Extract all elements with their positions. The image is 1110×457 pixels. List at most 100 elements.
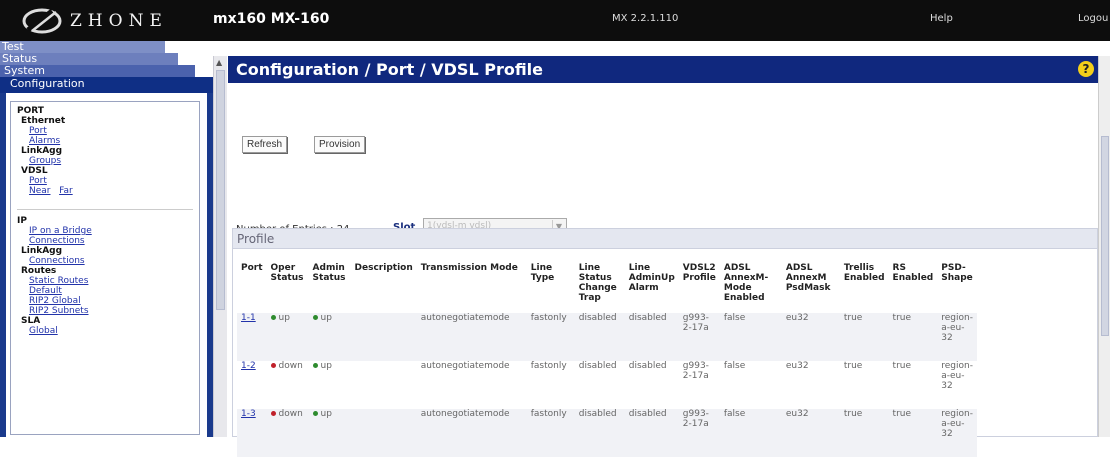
nav-link-vdsl-near[interactable]: Near xyxy=(29,186,51,196)
logout-link[interactable]: Logou xyxy=(1078,13,1108,24)
psd-shape: region-a-eu-32 xyxy=(941,313,973,343)
tab-configuration[interactable]: Configuration xyxy=(0,77,213,93)
cell-admin: up xyxy=(309,409,351,457)
table-row: 1-3 down up autonegotiatemode fastonly d… xyxy=(237,409,977,457)
provision-button[interactable]: Provision xyxy=(314,136,366,153)
device-name: mx160 MX-160 xyxy=(213,11,330,27)
nav-scrollbar[interactable]: ▲ xyxy=(213,56,227,437)
nav-group-vdsl: VDSL xyxy=(21,166,48,176)
profile-panel-title: Profile xyxy=(233,229,1097,249)
nav-link-linkagg-connections[interactable]: Connections xyxy=(17,256,193,266)
oper-status: up xyxy=(278,313,290,323)
scroll-up-icon[interactable]: ▲ xyxy=(216,58,222,67)
nav-link-rip2-subnets[interactable]: RIP2 Subnets xyxy=(17,306,193,316)
nav-group-ip-linkagg: LinkAgg xyxy=(21,246,63,256)
line-status-trap: disabled xyxy=(578,361,617,371)
rs-enabled: true xyxy=(892,313,912,323)
nav-link-default[interactable]: Default xyxy=(17,286,193,296)
refresh-button[interactable]: Refresh xyxy=(242,136,288,153)
nav-group-linkagg: LinkAgg xyxy=(21,146,63,156)
annexm-mode: false xyxy=(723,313,746,323)
col-rs-enabled: RS Enabled xyxy=(892,263,934,283)
cell-port: 1-3 xyxy=(237,409,267,457)
cell-admin: up xyxy=(309,361,351,409)
nav-group-routes: Routes xyxy=(21,266,57,276)
nav-link-sla-global[interactable]: Global xyxy=(17,326,193,336)
col-trellis-enabled: Trellis Enabled xyxy=(843,263,885,283)
nav-link-ip-connections[interactable]: Connections xyxy=(17,236,193,246)
line-status-trap: disabled xyxy=(578,409,617,419)
main-content: Configuration / Port / VDSL Profile ? Re… xyxy=(228,56,1098,457)
nav-panel: PORT Ethernet Port Alarms LinkAgg Groups… xyxy=(0,93,213,437)
nav-link-ethernet-alarms[interactable]: Alarms xyxy=(17,136,193,146)
trellis-enabled: true xyxy=(843,361,863,371)
table-header-row: Port Oper Status Admin Status Descriptio… xyxy=(237,263,977,313)
nav-link-ip-on-bridge[interactable]: IP on a Bridge xyxy=(17,226,193,236)
transmission-mode: autonegotiatemode xyxy=(420,409,510,419)
description xyxy=(351,409,417,457)
scrollbar-thumb[interactable] xyxy=(216,70,225,310)
nav-tree: PORT Ethernet Port Alarms LinkAgg Groups… xyxy=(10,101,200,435)
line-type: fastonly xyxy=(530,409,567,419)
help-link[interactable]: Help xyxy=(930,13,953,24)
psd-shape: region-a-eu-32 xyxy=(941,409,973,439)
trellis-enabled: true xyxy=(843,409,863,419)
version-label: MX 2.2.1.110 xyxy=(612,13,679,24)
annexm-psdmask: eu32 xyxy=(785,361,809,371)
top-header: ZHONE mx160 MX-160 MX 2.2.1.110 Help Log… xyxy=(0,0,1110,41)
line-adminup-alarm: disabled xyxy=(628,409,667,419)
nav-section-ip: IP xyxy=(17,216,27,226)
nav-link-static-routes[interactable]: Static Routes xyxy=(17,276,193,286)
line-status-trap: disabled xyxy=(578,313,617,323)
annexm-mode: false xyxy=(723,409,746,419)
port-link[interactable]: 1-3 xyxy=(241,409,256,419)
vdsl-profile-table: Port Oper Status Admin Status Descriptio… xyxy=(237,263,977,457)
description xyxy=(351,313,417,361)
nav-link-rip2-global[interactable]: RIP2 Global xyxy=(17,296,193,306)
trellis-enabled: true xyxy=(843,313,863,323)
annexm-psdmask: eu32 xyxy=(785,409,809,419)
content-scrollbar-thumb[interactable] xyxy=(1101,136,1109,336)
nav-link-ethernet-port[interactable]: Port xyxy=(17,126,193,136)
line-adminup-alarm: disabled xyxy=(628,313,667,323)
col-vdsl2-profile: VDSL2 Profile xyxy=(682,263,716,283)
nav-divider xyxy=(17,196,193,210)
status-dot-icon xyxy=(312,315,318,320)
table-row: 1-1 up up autonegotiatemode fastonly dis… xyxy=(237,313,977,361)
tab-system[interactable]: System xyxy=(0,65,195,77)
port-link[interactable]: 1-1 xyxy=(241,313,256,323)
status-dot-icon xyxy=(312,411,318,416)
left-nav: Test Status System Configuration PORT Et… xyxy=(0,41,213,437)
transmission-mode: autonegotiatemode xyxy=(420,361,510,371)
help-question-icon[interactable]: ? xyxy=(1078,61,1094,77)
cell-port: 1-2 xyxy=(237,361,267,409)
col-adsl-annexm-mode: ADSL AnnexM-Mode Enabled xyxy=(723,263,769,303)
nav-link-linkagg-groups[interactable]: Groups xyxy=(17,156,193,166)
admin-status: up xyxy=(320,313,332,323)
transmission-mode: autonegotiatemode xyxy=(420,313,510,323)
col-transmission-mode: Transmission Mode xyxy=(420,263,518,273)
admin-status: up xyxy=(320,361,332,371)
nav-link-vdsl-port[interactable]: Port xyxy=(17,176,193,186)
page-title: Configuration / Port / VDSL Profile xyxy=(236,60,544,79)
content-scrollbar[interactable] xyxy=(1098,56,1110,437)
description xyxy=(351,361,417,409)
nav-section-port: PORT xyxy=(17,106,44,116)
vdsl2-profile: g993-2-17a xyxy=(682,361,709,381)
rs-enabled: true xyxy=(892,409,912,419)
line-type: fastonly xyxy=(530,313,567,323)
port-link[interactable]: 1-2 xyxy=(241,361,256,371)
zhone-logo: ZHONE xyxy=(0,0,200,41)
nav-link-vdsl-far[interactable]: Far xyxy=(59,186,73,196)
col-psd-shape: PSD-Shape xyxy=(941,263,973,283)
logo-text: ZHONE xyxy=(70,10,168,31)
annexm-psdmask: eu32 xyxy=(785,313,809,323)
line-type: fastonly xyxy=(530,361,567,371)
admin-status: up xyxy=(320,409,332,419)
col-adsl-annexm-psdmask: ADSL AnnexM PsdMask xyxy=(785,263,831,293)
profile-panel: Profile Port Oper Status Admin Status De… xyxy=(232,228,1098,457)
vdsl2-profile: g993-2-17a xyxy=(682,313,709,333)
cell-port: 1-1 xyxy=(237,313,267,361)
table-row: 1-2 down up autonegotiatemode fastonly d… xyxy=(237,361,977,409)
status-dot-icon xyxy=(270,411,276,416)
